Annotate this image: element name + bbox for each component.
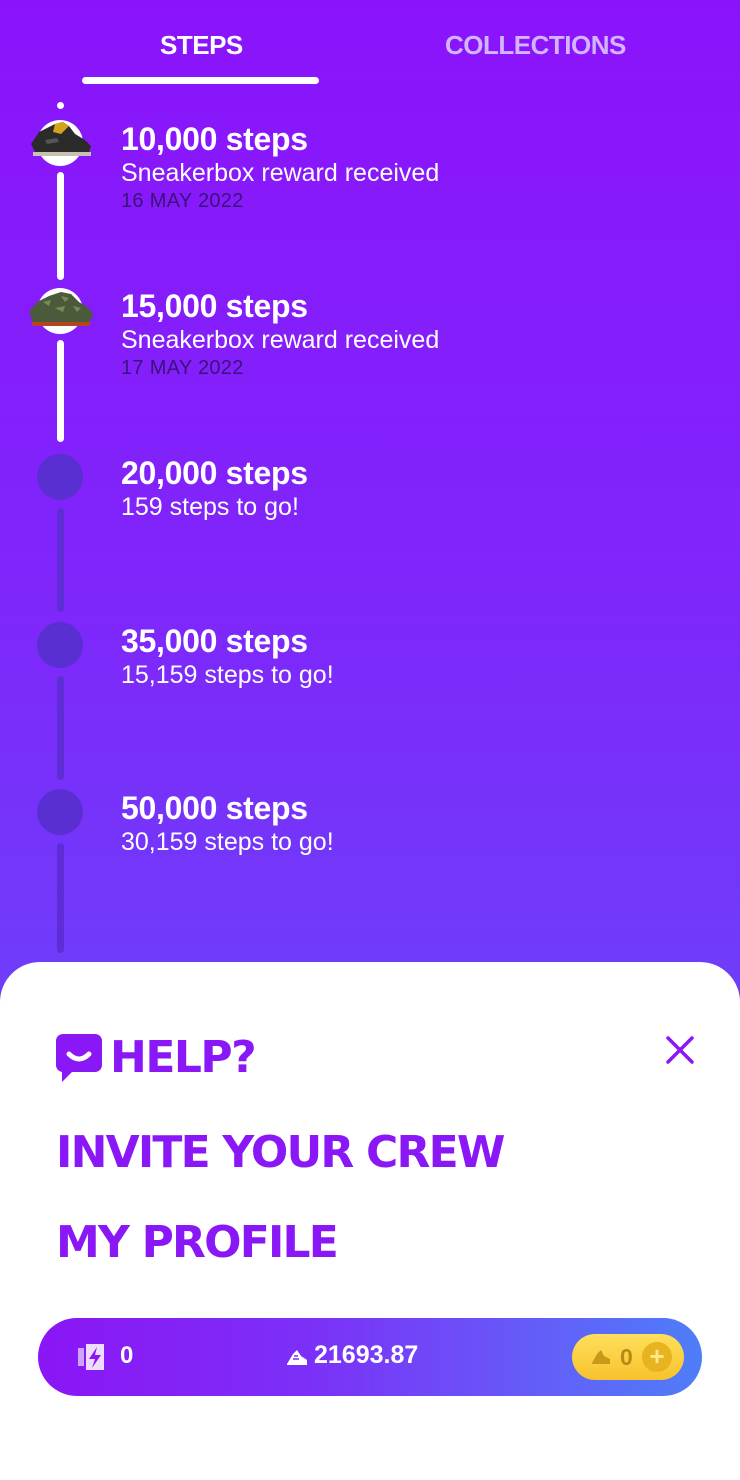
steps-screen: STEPS COLLECTIONS 10,000 steps Sneakerbo… (0, 0, 740, 1480)
energy-value: 0 (120, 1342, 134, 1369)
tab-steps[interactable]: STEPS (160, 30, 243, 61)
milestone-2: 15,000 steps Sneakerbox reward received … (121, 287, 439, 381)
timeline-segment-4 (57, 676, 64, 780)
balance-bar: 0 21693.87 0 + (38, 1318, 702, 1396)
milestone-node-2 (29, 288, 93, 334)
milestone-node-4 (37, 622, 83, 668)
milestone-node-1 (31, 120, 91, 166)
milestone-date: 17 MAY 2022 (121, 357, 244, 379)
menu-sheet: HELP? INVITE YOUR CREW MY PROFILE 0 2169… (0, 962, 740, 1480)
help-link[interactable]: HELP? (56, 1032, 257, 1083)
timeline-segment-2 (57, 340, 64, 442)
tab-bar: STEPS COLLECTIONS (0, 0, 740, 90)
milestone-title: 15,000 steps (121, 288, 308, 324)
timeline-segment-1 (57, 172, 64, 280)
milestone-4: 35,000 steps 15,159 steps to go! (121, 622, 334, 690)
milestone-3: 20,000 steps 159 steps to go! (121, 454, 308, 522)
close-icon[interactable] (664, 1034, 696, 1066)
milestone-title: 35,000 steps (121, 623, 308, 659)
milestone-title: 50,000 steps (121, 790, 308, 826)
my-profile-link[interactable]: MY PROFILE (56, 1218, 339, 1268)
milestone-5: 50,000 steps 30,159 steps to go! (121, 789, 334, 857)
milestone-subtitle: Sneakerbox reward received (121, 159, 440, 187)
milestone-node-3 (37, 454, 83, 500)
milestone-subtitle: 15,159 steps to go! (121, 661, 334, 689)
milestone-subtitle: 30,159 steps to go! (121, 828, 334, 856)
sneaker-camo-icon (29, 292, 93, 326)
energy-icon (78, 1344, 104, 1370)
milestone-node-5 (37, 789, 83, 835)
milestone-subtitle: 159 steps to go! (121, 493, 299, 521)
milestone-title: 10,000 steps (121, 121, 308, 157)
sneaker-token-icon (287, 1350, 307, 1365)
timeline-segment-5 (57, 843, 64, 953)
active-tab-indicator (82, 77, 319, 84)
invite-crew-link[interactable]: INVITE YOUR CREW (56, 1128, 505, 1178)
coin-sneaker-icon (592, 1350, 610, 1364)
timeline-segment-3 (57, 508, 64, 612)
milestone-title: 20,000 steps (121, 455, 308, 491)
token-balance: 21693.87 (314, 1341, 419, 1369)
chat-bubble-icon (56, 1034, 102, 1082)
tab-collections[interactable]: COLLECTIONS (445, 30, 626, 61)
milestone-date: 16 MAY 2022 (121, 190, 244, 212)
add-coins-icon[interactable]: + (642, 1342, 672, 1372)
coin-balance-button[interactable]: 0 + (572, 1334, 684, 1380)
sneaker-black-icon (31, 122, 91, 156)
timeline-start-dot (57, 102, 64, 109)
milestone-subtitle: Sneakerbox reward received (121, 326, 440, 354)
milestone-1: 10,000 steps Sneakerbox reward received … (121, 120, 439, 214)
help-label: HELP? (110, 1032, 257, 1083)
coin-value: 0 (620, 1344, 633, 1370)
